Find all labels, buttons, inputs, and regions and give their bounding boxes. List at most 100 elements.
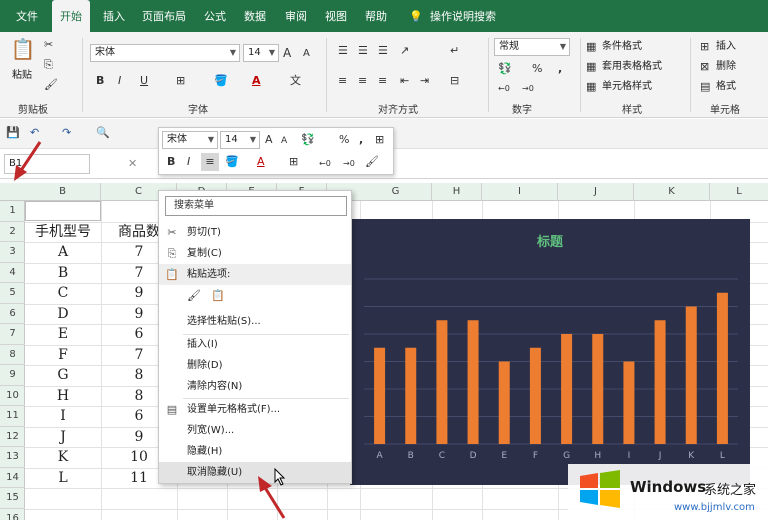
- context-menu-search[interactable]: 搜索菜单: [165, 196, 347, 216]
- tab-page-layout[interactable]: 页面布局: [140, 0, 188, 32]
- save-icon[interactable]: 💾: [6, 124, 20, 142]
- menu-item-clear-contents[interactable]: 清除内容(N): [159, 376, 351, 397]
- row-header-10[interactable]: 10: [0, 386, 25, 406]
- table-header-model[interactable]: 手机型号: [25, 222, 101, 243]
- tab-file[interactable]: 文件: [14, 0, 40, 32]
- conditional-format-button[interactable]: 条件格式: [602, 39, 642, 55]
- paste-button[interactable]: 粘贴: [12, 68, 32, 84]
- table-cell-model[interactable]: A: [25, 242, 101, 263]
- print-preview-icon[interactable]: 🔍: [96, 124, 110, 142]
- table-cell-model[interactable]: K: [25, 447, 101, 468]
- increase-decimal-icon[interactable]: ←0: [498, 80, 510, 98]
- row-header-8[interactable]: 8: [0, 345, 25, 365]
- mini-borders-icon[interactable]: ⊞: [289, 153, 298, 171]
- column-header-h[interactable]: H: [432, 183, 482, 201]
- format-cells-icon[interactable]: ▤: [700, 78, 710, 96]
- merge-center-icon[interactable]: ⊟: [450, 72, 459, 90]
- row-header-12[interactable]: 12: [0, 427, 25, 447]
- mini-accounting-icon[interactable]: 💱: [301, 131, 315, 149]
- table-cell-model[interactable]: B: [25, 263, 101, 284]
- mini-format-icon[interactable]: ⊞: [375, 131, 384, 149]
- table-cell-model[interactable]: J: [25, 427, 101, 448]
- table-cell-model[interactable]: L: [25, 468, 101, 489]
- underline-button[interactable]: U: [140, 72, 148, 90]
- tell-me-search[interactable]: 操作说明搜索: [428, 0, 498, 32]
- table-cell-model[interactable]: I: [25, 406, 101, 427]
- column-header-i[interactable]: I: [482, 183, 558, 201]
- mini-percent-button[interactable]: %: [339, 131, 349, 149]
- mini-font-color-icon[interactable]: A: [257, 153, 265, 171]
- menu-item-delete[interactable]: 删除(D): [159, 355, 351, 376]
- orientation-icon[interactable]: ↗: [400, 42, 409, 60]
- chart-bar[interactable]: [529, 347, 541, 444]
- undo-icon[interactable]: ↶: [30, 124, 39, 142]
- decrease-decimal-icon[interactable]: →0: [522, 80, 534, 98]
- mini-increase-decimal-icon[interactable]: ←0: [319, 155, 331, 173]
- table-cell-model[interactable]: H: [25, 386, 101, 407]
- format-as-table-icon[interactable]: ▦: [586, 58, 596, 76]
- table-cell-model[interactable]: G: [25, 365, 101, 386]
- row-header-13[interactable]: 13: [0, 447, 25, 468]
- tab-formulas[interactable]: 公式: [202, 0, 228, 32]
- chart-bar[interactable]: [561, 334, 573, 444]
- chart-bar[interactable]: [623, 361, 635, 445]
- mini-increase-font-icon[interactable]: A: [265, 131, 273, 149]
- align-top-icon[interactable]: ☰: [338, 42, 348, 60]
- increase-indent-icon[interactable]: ⇥: [420, 72, 429, 90]
- font-size-combo[interactable]: 14 ▼: [243, 44, 279, 62]
- table-cell-model[interactable]: D: [25, 304, 101, 325]
- chart-bar[interactable]: [685, 306, 697, 445]
- cell-styles-button[interactable]: 单元格样式: [602, 79, 652, 95]
- chart-bar[interactable]: [654, 320, 666, 444]
- chart-bar[interactable]: [405, 347, 417, 444]
- format-cells-button[interactable]: 格式: [716, 79, 736, 95]
- mini-comma-button[interactable]: ,: [359, 131, 363, 149]
- align-center-icon[interactable]: ≡: [358, 72, 367, 90]
- menu-item-unhide[interactable]: 取消隐藏(U): [159, 462, 351, 483]
- row-header-7[interactable]: 7: [0, 324, 25, 345]
- row-header-3[interactable]: 3: [0, 242, 25, 263]
- mini-decrease-font-icon[interactable]: A: [281, 132, 287, 150]
- table-cell-model[interactable]: C: [25, 283, 101, 304]
- bold-button[interactable]: B: [96, 72, 104, 90]
- row-header-6[interactable]: 6: [0, 304, 25, 324]
- bar-chart[interactable]: 标题 ABCDEFGHIJKL: [350, 219, 750, 485]
- cut-icon[interactable]: ✂: [44, 36, 53, 54]
- menu-item-paste-special[interactable]: 选择性粘贴(S)...: [159, 311, 351, 332]
- row-header-5[interactable]: 5: [0, 283, 25, 304]
- accounting-icon[interactable]: 💱: [498, 60, 512, 78]
- row-header-15[interactable]: 15: [0, 488, 25, 509]
- cell-b1-selected[interactable]: [25, 201, 101, 221]
- mini-bold-button[interactable]: B: [167, 153, 175, 171]
- font-name-combo[interactable]: 宋体 ▼: [90, 44, 240, 62]
- row-header-9[interactable]: 9: [0, 365, 25, 386]
- copy-icon[interactable]: ⎘: [44, 56, 53, 74]
- align-bottom-icon[interactable]: ☰: [378, 42, 388, 60]
- font-color-button[interactable]: A: [252, 72, 261, 90]
- menu-item-format-cells[interactable]: ▤ 设置单元格格式(F)...: [159, 399, 351, 420]
- tab-home[interactable]: 开始: [52, 0, 90, 32]
- align-right-icon[interactable]: ≡: [378, 72, 387, 90]
- column-header-j[interactable]: J: [558, 183, 634, 201]
- row-header-11[interactable]: 11: [0, 406, 25, 427]
- decrease-font-button[interactable]: A: [303, 45, 310, 63]
- tab-insert[interactable]: 插入: [101, 0, 127, 32]
- align-left-icon[interactable]: ≡: [338, 72, 347, 90]
- table-cell-model[interactable]: E: [25, 324, 101, 345]
- decrease-indent-icon[interactable]: ⇤: [400, 72, 409, 90]
- tab-review[interactable]: 审阅: [283, 0, 309, 32]
- chart-bar[interactable]: [498, 361, 510, 445]
- chart-bar[interactable]: [374, 347, 386, 444]
- mini-decrease-decimal-icon[interactable]: →0: [343, 155, 355, 173]
- chart-bar[interactable]: [436, 320, 448, 444]
- chart-bar[interactable]: [467, 320, 479, 444]
- insert-cells-icon[interactable]: ⊞: [700, 38, 709, 56]
- menu-item-cut[interactable]: ✂ 剪切(T): [159, 222, 351, 243]
- row-header-16[interactable]: 16: [0, 509, 25, 520]
- menu-item-copy[interactable]: ⎘ 复制(C): [159, 243, 351, 264]
- mini-font-name-combo[interactable]: 宋体 ▼: [162, 131, 218, 149]
- menu-item-hide[interactable]: 隐藏(H): [159, 441, 351, 462]
- name-box[interactable]: B1: [4, 154, 90, 174]
- insert-cells-button[interactable]: 插入: [716, 39, 736, 55]
- column-header-l[interactable]: L: [710, 183, 768, 201]
